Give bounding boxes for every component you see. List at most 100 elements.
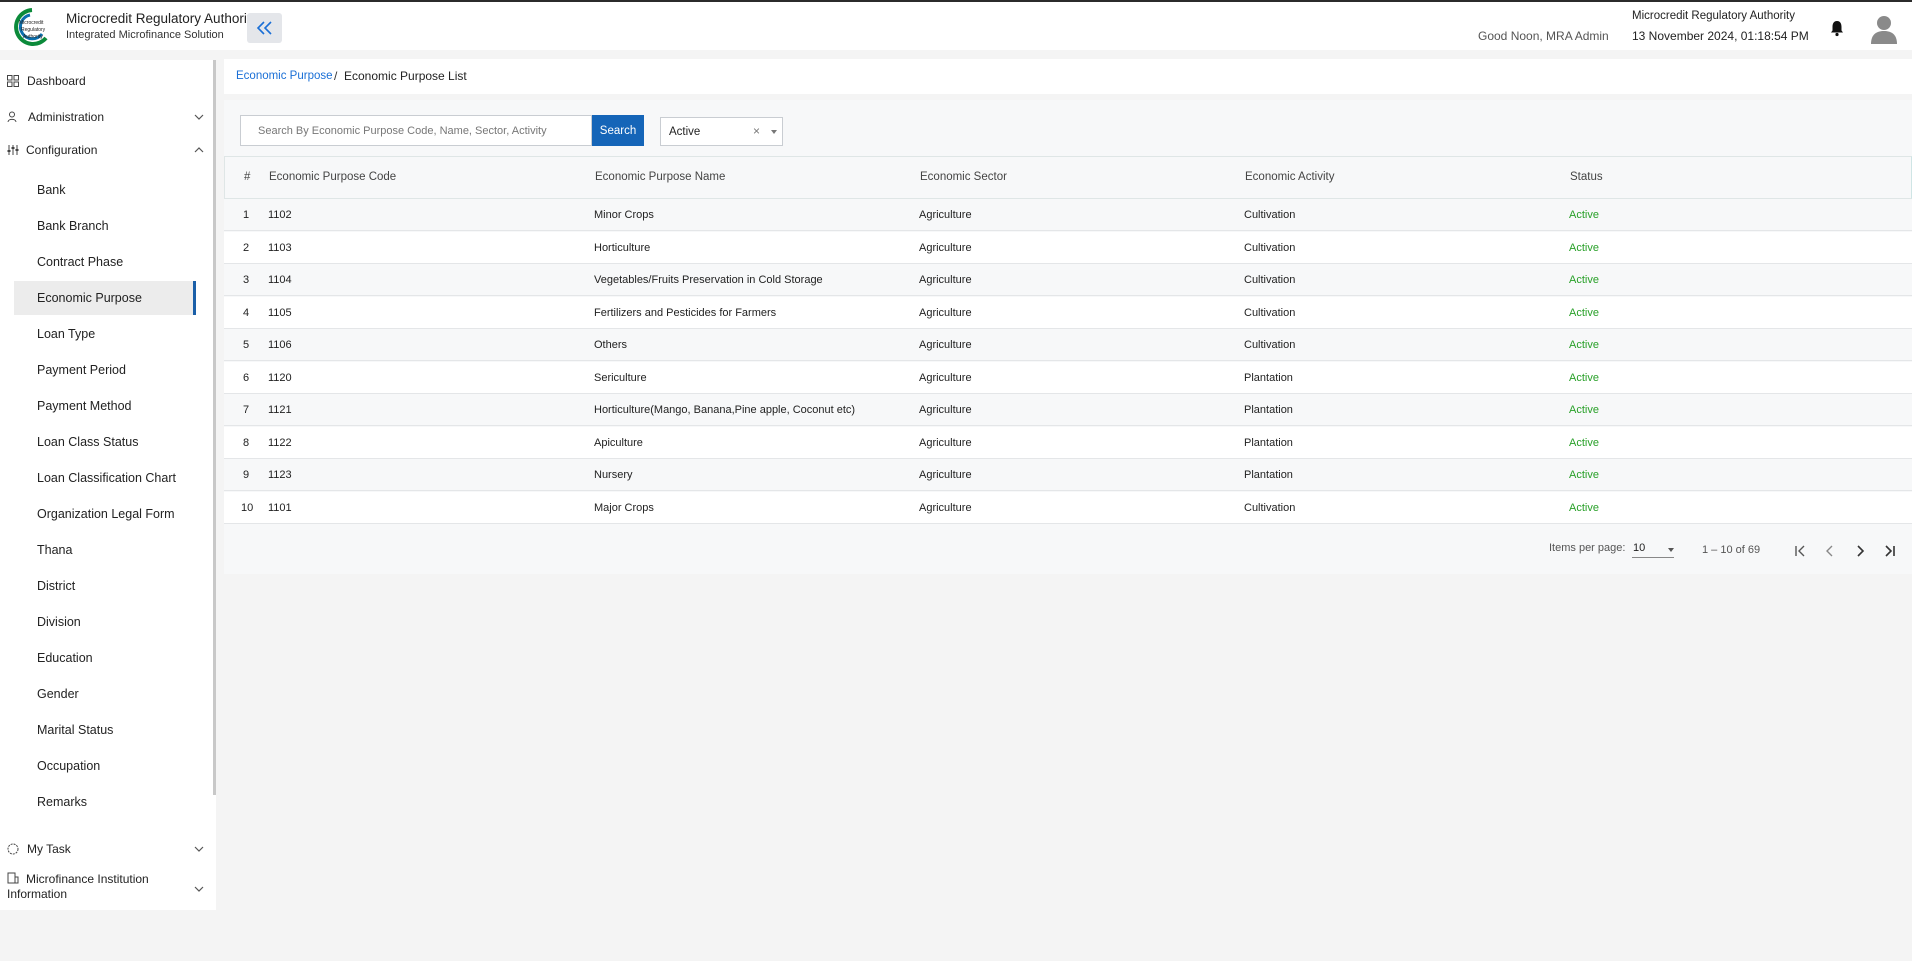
page-range-label: 1 – 10 of 69 xyxy=(1702,544,1761,556)
purpose-code: 1123 xyxy=(268,469,292,481)
sidebar-item-payment-method[interactable]: Payment Method xyxy=(14,389,196,423)
purpose-name: Vegetables/Fruits Preservation in Cold S… xyxy=(594,274,823,286)
current-datetime: 13 November 2024, 01:18:54 PM xyxy=(1632,29,1809,43)
breadcrumb-economic-purpose-link[interactable]: Economic Purpose xyxy=(236,70,333,82)
status-badge: Active xyxy=(1569,242,1599,254)
breadcrumb-separator: / xyxy=(334,69,338,83)
table-row[interactable]: 10 1101 Major Crops Agriculture Cultivation A… xyxy=(224,492,1912,524)
last-page-icon[interactable] xyxy=(1882,543,1898,559)
sidebar-item-loan-class-status[interactable]: Loan Class Status xyxy=(14,425,196,459)
sidebar-item-label: Remarks xyxy=(37,795,88,809)
purpose-code: 1120 xyxy=(268,372,292,384)
status-badge: Active xyxy=(1569,437,1599,449)
clear-icon[interactable]: × xyxy=(753,124,760,138)
sidebar-item-payment-period[interactable]: Payment Period xyxy=(14,353,196,387)
table-row[interactable]: 3 1104 Vegetables/Fruits Preservation in C… xyxy=(224,264,1912,296)
sidebar-item-label: Payment Method xyxy=(37,399,132,413)
row-index: 4 xyxy=(243,307,250,319)
economic-sector: Agriculture xyxy=(919,372,972,384)
bell-icon[interactable] xyxy=(1828,19,1846,37)
sidebar-item-loan-classification-chart[interactable]: Loan Classification Chart xyxy=(14,461,196,495)
status-filter-value: Active xyxy=(669,126,701,138)
column-header-activity: Economic Activity xyxy=(1245,171,1335,183)
table-row[interactable]: 7 1121 Horticulture(Mango, Banana,Pine app… xyxy=(224,394,1912,426)
purpose-code: 1122 xyxy=(268,437,292,449)
purpose-code: 1101 xyxy=(268,502,292,514)
items-per-page-value: 10 xyxy=(1633,542,1646,554)
economic-sector: Agriculture xyxy=(919,209,972,221)
sidebar-item-organization-legal-form[interactable]: Organization Legal Form xyxy=(14,497,196,531)
sidebar-item-label: Marital Status xyxy=(37,723,114,737)
sidebar-item-thana[interactable]: Thana xyxy=(14,533,196,567)
status-badge: Active xyxy=(1569,274,1599,286)
status-badge: Active xyxy=(1569,372,1599,384)
sidebar: Dashboard Administration Configuration B… xyxy=(0,60,216,910)
sidebar-scrollbar[interactable] xyxy=(213,60,216,795)
sidebar-item-label: My Task xyxy=(27,842,71,856)
sidebar-item-education[interactable]: Education xyxy=(14,641,196,675)
column-header-name: Economic Purpose Name xyxy=(595,171,726,183)
status-badge: Active xyxy=(1569,469,1599,481)
sidebar-item-label: Contract Phase xyxy=(37,255,124,269)
sidebar-item-division[interactable]: Division xyxy=(14,605,196,639)
table-row[interactable]: 4 1105 Fertilizers and Pesticides for Farm… xyxy=(224,297,1912,329)
table-row[interactable]: 8 1122 Apiculture Agriculture Plantation Acti… xyxy=(224,427,1912,459)
row-index: 3 xyxy=(243,274,250,286)
purpose-name: Minor Crops xyxy=(594,209,654,221)
economic-activity: Plantation xyxy=(1244,404,1293,416)
sidebar-item-occupation[interactable]: Occupation xyxy=(14,749,196,783)
sidebar-item-my-task[interactable]: My Task xyxy=(0,836,210,862)
economic-activity: Cultivation xyxy=(1244,274,1296,286)
sidebar-item-administration[interactable]: Administration xyxy=(0,104,210,130)
sidebar-item-label: Administration xyxy=(28,110,105,124)
search-input[interactable] xyxy=(240,115,592,146)
table-row[interactable]: 2 1103 Horticulture Agriculture Cultivation A… xyxy=(224,232,1912,264)
org-name: Microcredit Regulatory Authority xyxy=(1632,10,1795,22)
sidebar-item-economic-purpose[interactable]: Economic Purpose xyxy=(14,281,196,315)
sidebar-item-label: Thana xyxy=(37,543,73,557)
sidebar-item-bank[interactable]: Bank xyxy=(14,173,196,207)
items-per-page-select[interactable]: 10 xyxy=(1632,541,1674,558)
previous-page-icon[interactable] xyxy=(1822,543,1838,559)
economic-sector: Agriculture xyxy=(919,404,972,416)
status-badge: Active xyxy=(1569,209,1599,221)
status-filter-select[interactable]: Active × xyxy=(660,117,783,146)
table-row[interactable]: 6 1120 Sericulture Agriculture Plantation Act… xyxy=(224,362,1912,394)
row-index: 8 xyxy=(243,437,250,449)
purpose-name: Others xyxy=(594,339,628,351)
sidebar-item-contract-phase[interactable]: Contract Phase xyxy=(14,245,196,279)
economic-sector: Agriculture xyxy=(919,339,972,351)
svg-text:Regulatory: Regulatory xyxy=(21,27,46,33)
mra-logo: Microcredit Regulatory Authority xyxy=(14,8,48,46)
column-header-code: Economic Purpose Code xyxy=(269,171,397,183)
sidebar-item-gender[interactable]: Gender xyxy=(14,677,196,711)
economic-sector: Agriculture xyxy=(919,242,972,254)
table-row[interactable]: 1 1102 Minor Crops Agriculture Cultivation Ac… xyxy=(224,199,1912,231)
search-button[interactable]: Search xyxy=(592,115,644,146)
sidebar-item-loan-type[interactable]: Loan Type xyxy=(14,317,196,351)
next-page-icon[interactable] xyxy=(1852,543,1868,559)
sidebar-item-label: Education xyxy=(37,651,93,665)
table-row[interactable]: 5 1106 Others Agriculture Cultivation Active xyxy=(224,329,1912,361)
sidebar-collapse-button[interactable] xyxy=(247,13,282,43)
sidebar-item-marital-status[interactable]: Marital Status xyxy=(14,713,196,747)
first-page-icon[interactable] xyxy=(1792,543,1808,559)
sidebar-item-label: Loan Class Status xyxy=(37,435,139,449)
grid-icon xyxy=(7,75,19,87)
sidebar-item-district[interactable]: District xyxy=(14,569,196,603)
row-index: 6 xyxy=(243,372,250,384)
economic-activity: Plantation xyxy=(1244,437,1293,449)
chevron-down-icon xyxy=(194,114,204,120)
table-row[interactable]: 9 1123 Nursery Agriculture Plantation Active xyxy=(224,459,1912,491)
purpose-name: Apiculture xyxy=(594,437,643,449)
sidebar-item-configuration[interactable]: Configuration xyxy=(0,137,210,163)
sidebar-item-dashboard[interactable]: Dashboard xyxy=(0,68,210,94)
users-icon xyxy=(7,111,17,123)
purpose-name: Horticulture(Mango, Banana,Pine apple, C… xyxy=(594,404,856,416)
chevron-down-icon xyxy=(194,886,204,892)
greeting-text: Good Noon, MRA Admin xyxy=(1478,29,1609,43)
user-avatar-icon[interactable] xyxy=(1870,14,1898,44)
sidebar-item-remarks[interactable]: Remarks xyxy=(14,785,196,819)
economic-sector: Agriculture xyxy=(919,274,972,286)
sidebar-item-bank-branch[interactable]: Bank Branch xyxy=(14,209,196,243)
